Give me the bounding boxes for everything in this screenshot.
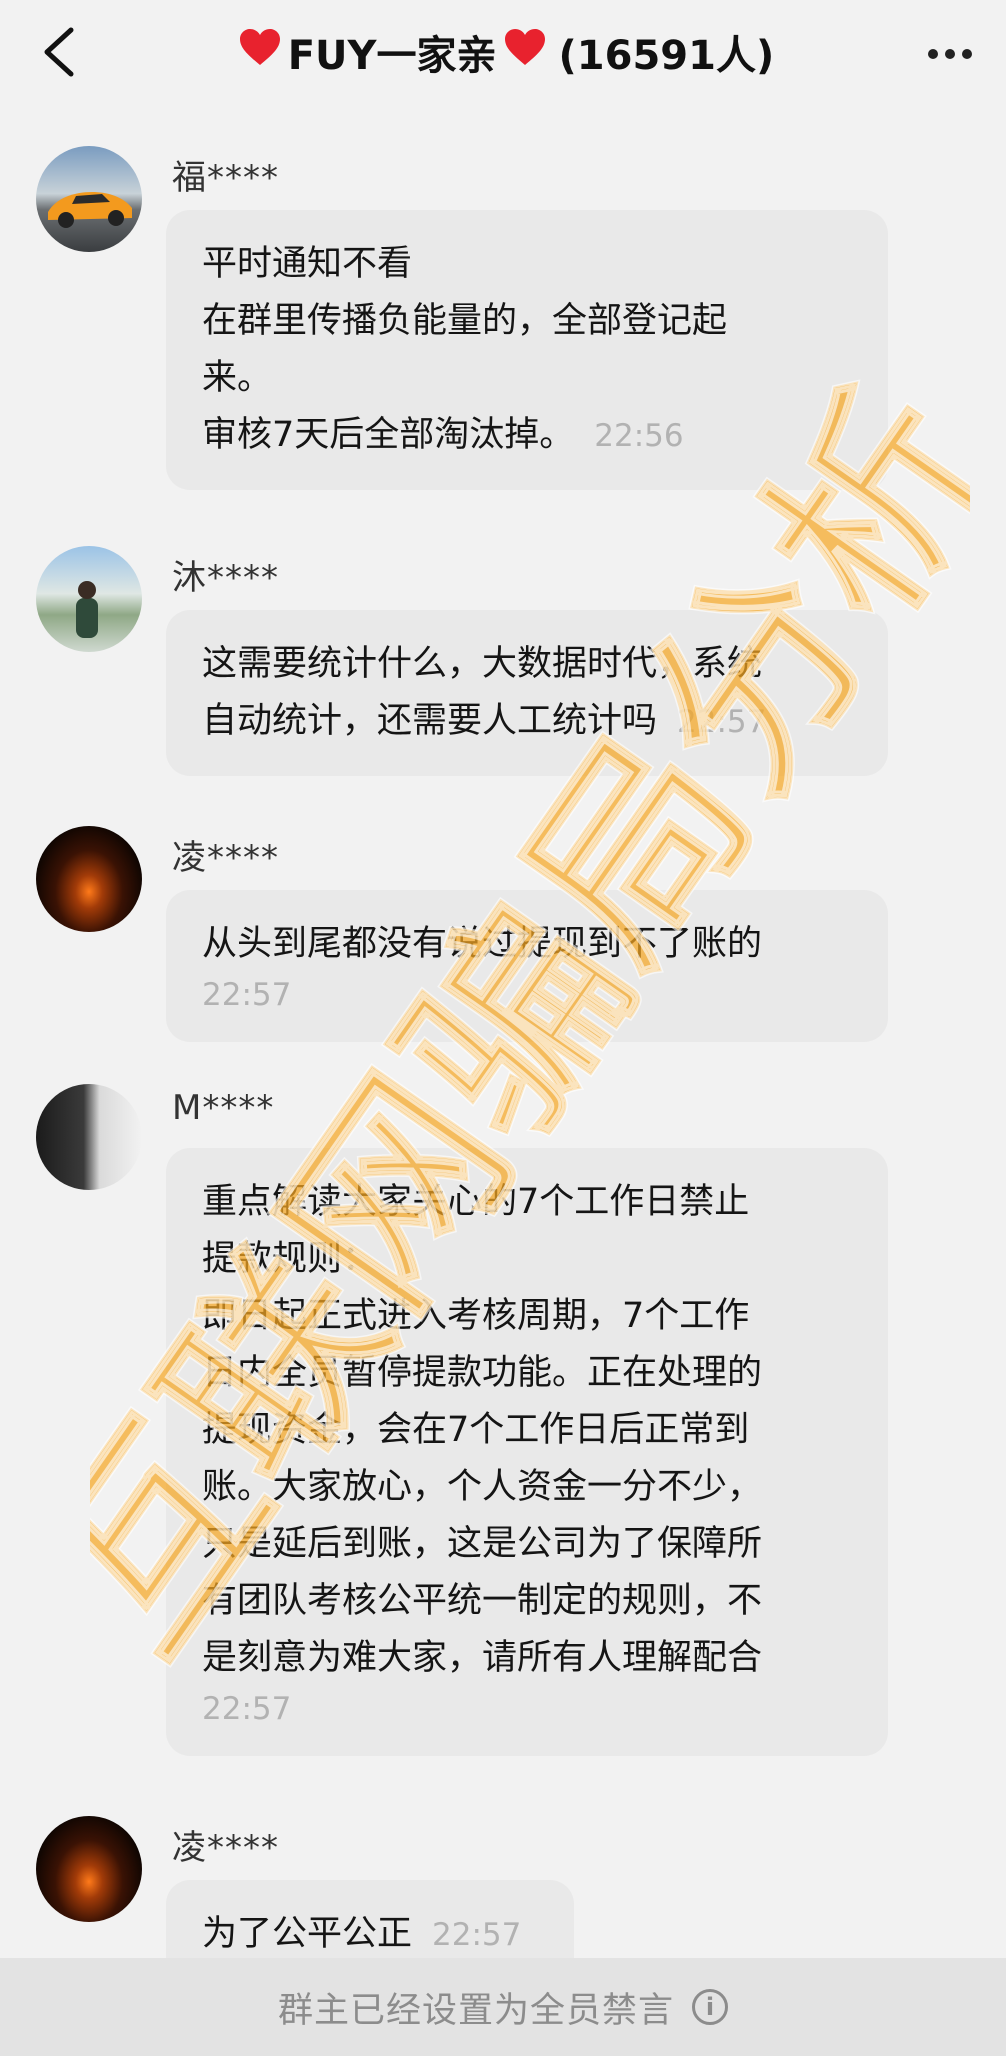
message-timestamp: 22:57	[432, 1917, 522, 1953]
message-text: 是刻意为难大家，请所有人理解配合	[202, 1638, 763, 1678]
sender-name: 凌****	[172, 838, 279, 878]
sender-name: 凌****	[172, 1828, 279, 1868]
group-name: FUY一家亲	[287, 33, 497, 79]
message-bubble[interactable]: 这需要统计什么，大数据时代，系统 自动统计，还需要人工统计吗 22:57	[166, 610, 888, 776]
group-title: FUY一家亲 (16591人)	[150, 22, 856, 82]
back-button[interactable]	[28, 22, 88, 82]
more-options-button[interactable]	[920, 24, 980, 84]
message-timestamp: 22:56	[594, 418, 684, 454]
avatar[interactable]	[36, 546, 142, 652]
chat-header: FUY一家亲 (16591人)	[0, 0, 1006, 108]
message-bubble[interactable]: 从头到尾都没有说过提现到不了账的 22:57	[166, 890, 888, 1042]
heart-icon	[238, 27, 282, 77]
member-count: (16591人)	[558, 33, 775, 79]
sender-name: M****	[172, 1088, 275, 1128]
message-text-last: 自动统计，还需要人工统计吗 22:57	[202, 701, 767, 741]
message-text: 来。	[202, 358, 273, 398]
message-text: 这需要统计什么，大数据时代，系统	[202, 644, 763, 684]
mute-notice-text: 群主已经设置为全员禁言	[277, 1990, 674, 2031]
message-text: 平时通知不看	[202, 244, 413, 284]
heart-icon	[503, 27, 547, 77]
message-bubble[interactable]: 平时通知不看 在群里传播负能量的，全部登记起 来。 审核7天后全部淘汰掉。 22:…	[166, 210, 888, 490]
sports-car-icon	[48, 192, 132, 228]
message-text: 账。大家放心，个人资金一分不少，	[202, 1467, 763, 1507]
avatar[interactable]	[36, 146, 142, 252]
message-text: 重点解读大家关心的7个工作日禁止	[202, 1182, 750, 1222]
message-text: 只是延后到账，这是公司为了保障所	[202, 1524, 763, 1564]
message-timestamp: 22:57	[202, 977, 292, 1013]
more-dots-icon	[928, 49, 972, 59]
avatar[interactable]	[36, 1084, 142, 1190]
message-timestamp: 22:57	[202, 1691, 292, 1727]
message-text: 日内全员暂停提款功能。正在处理的	[202, 1353, 763, 1393]
message-bubble[interactable]: 重点解读大家关心的7个工作日禁止 提款规则： 即日起正式进入考核周期，7个工作 …	[166, 1148, 888, 1756]
message-timestamp: 22:57	[677, 704, 767, 740]
message-text: 即日起正式进入考核周期，7个工作	[202, 1296, 750, 1336]
message-text: 提现资金，会在7个工作日后正常到	[202, 1410, 750, 1450]
message-text: 有团队考核公平统一制定的规则，不	[202, 1581, 763, 1621]
sender-name: 沐****	[172, 558, 279, 598]
sender-name: 福****	[172, 158, 279, 198]
person-icon	[76, 581, 98, 638]
message-text: 在群里传播负能量的，全部登记起	[202, 301, 728, 341]
message-list[interactable]: 福**** 平时通知不看 在群里传播负能量的，全部登记起 来。 审核7天后全部淘…	[0, 108, 1006, 1990]
message-text-last: 审核7天后全部淘汰掉。 22:56	[202, 415, 684, 455]
chevron-left-icon	[44, 27, 74, 77]
message-text-last: 为了公平公正 22:57	[202, 1914, 522, 1954]
mute-notice-bar: 群主已经设置为全员禁言 i	[0, 1958, 1006, 2056]
message-text: 提款规则：	[202, 1239, 378, 1279]
message-text: 从头到尾都没有说过提现到不了账的	[202, 924, 763, 964]
info-icon[interactable]: i	[692, 1989, 728, 2025]
avatar[interactable]	[36, 826, 142, 932]
avatar[interactable]	[36, 1816, 142, 1922]
